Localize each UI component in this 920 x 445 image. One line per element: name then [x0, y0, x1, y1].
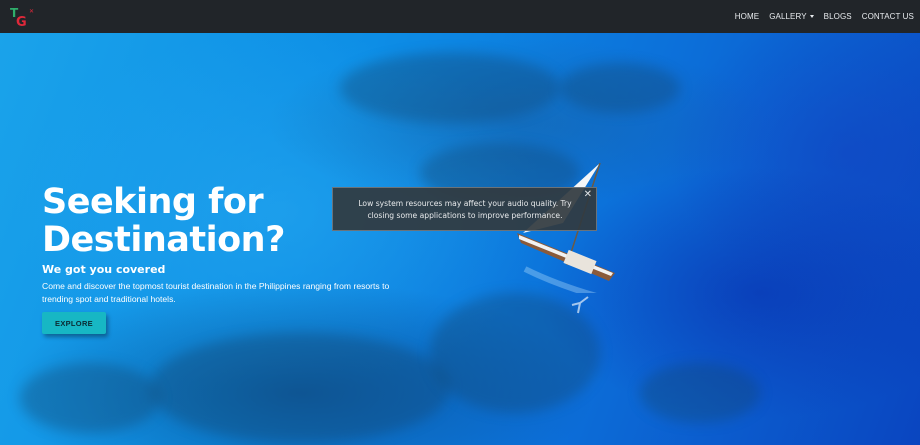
top-navbar: T G ✕ HOME GALLERY BLOGS CONTACT US — [0, 0, 920, 33]
toast-message: Low system resources may affect your aud… — [358, 199, 572, 220]
nav-gallery-dropdown[interactable]: GALLERY — [769, 12, 814, 21]
reef-shape — [340, 53, 560, 123]
seabird-icon — [571, 296, 589, 314]
hero-description: Come and discover the topmost tourist de… — [42, 281, 390, 304]
logo-icon: T G ✕ — [10, 6, 34, 30]
system-notification-toast: Low system resources may affect your aud… — [332, 187, 597, 231]
hero-title-line-2: Destination? — [42, 220, 285, 260]
nav-contact-us[interactable]: CONTACT US — [862, 12, 914, 21]
svg-text:G: G — [16, 15, 27, 27]
hero-subtitle: We got you covered — [42, 263, 166, 276]
reef-shape — [150, 333, 450, 443]
site-logo[interactable]: T G ✕ — [10, 5, 36, 30]
main-nav: HOME GALLERY BLOGS CONTACT US — [735, 0, 914, 33]
nav-blogs[interactable]: BLOGS — [824, 12, 852, 21]
chevron-down-icon — [809, 15, 814, 18]
nav-gallery-label: GALLERY — [769, 12, 807, 21]
close-icon[interactable]: ✕ — [584, 189, 592, 200]
svg-text:✕: ✕ — [29, 8, 34, 15]
reef-shape — [640, 363, 760, 423]
explore-button[interactable]: EXPLORE — [42, 312, 106, 334]
hero-title: Seeking for Destination? — [42, 183, 285, 259]
reef-shape — [20, 363, 160, 433]
hero-title-line-1: Seeking for — [42, 182, 264, 222]
reef-shape — [560, 63, 680, 113]
nav-home[interactable]: HOME — [735, 12, 759, 21]
